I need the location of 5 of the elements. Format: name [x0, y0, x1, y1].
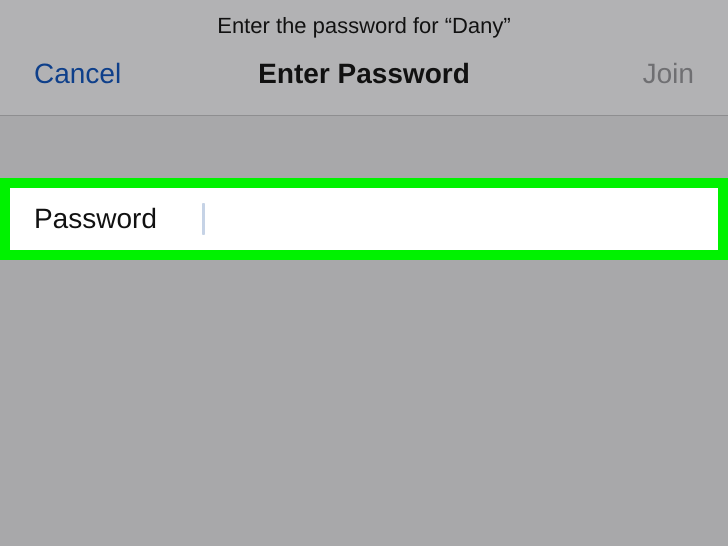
screen-title: Enter Password — [258, 58, 470, 90]
cancel-button[interactable]: Cancel — [34, 58, 154, 90]
prompt-text: Enter the password for “Dany” — [217, 12, 511, 40]
password-field[interactable]: Password — [10, 188, 718, 250]
field-label: Password — [34, 203, 158, 235]
